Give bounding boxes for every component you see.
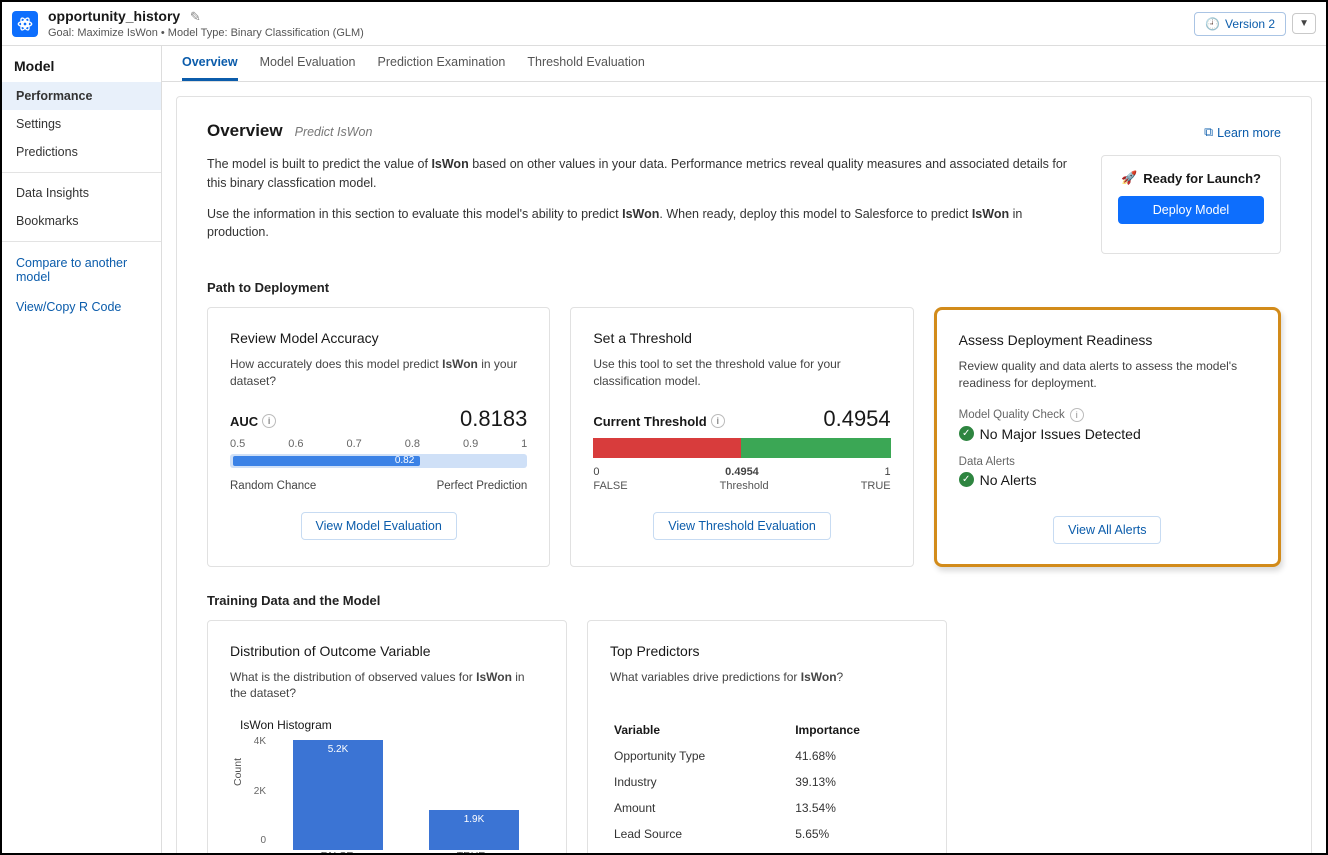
predictors-table: VariableImportance Opportunity Type41.68… <box>610 717 924 847</box>
sidebar-item-predictions[interactable]: Predictions <box>2 138 161 166</box>
accuracy-desc: How accurately does this model predict I… <box>230 356 527 390</box>
threshold-gauge <box>593 438 890 458</box>
threshold-value: 0.4954 <box>823 406 890 432</box>
accuracy-title: Review Model Accuracy <box>230 330 527 346</box>
readiness-desc: Review quality and data alerts to assess… <box>959 358 1256 392</box>
version-button[interactable]: 🕘 Version 2 <box>1194 12 1286 36</box>
histogram-chart: IsWon Histogram Count 4K 2K 0 5.2K 1.9K <box>230 718 544 853</box>
sidebar-item-performance[interactable]: Performance <box>2 82 161 110</box>
table-row: Opportunity Type41.68% <box>610 743 924 769</box>
table-row: Lead Source5.65% <box>610 821 924 847</box>
sidebar-title: Model <box>2 46 161 82</box>
accuracy-card: Review Model Accuracy How accurately doe… <box>207 307 550 567</box>
tab-threshold-evaluation[interactable]: Threshold Evaluation <box>527 46 644 81</box>
auc-value: 0.8183 <box>460 406 527 432</box>
auc-left-label: Random Chance <box>230 480 316 492</box>
tab-prediction-examination[interactable]: Prediction Examination <box>378 46 506 81</box>
launch-box: 🚀 Ready for Launch? Deploy Model <box>1101 155 1281 254</box>
bar-false: 5.2K <box>293 740 383 850</box>
table-row: Industry39.13% <box>610 769 924 795</box>
top-predictors-desc: What variables drive predictions for IsW… <box>610 669 924 701</box>
threshold-label: Current Threshold <box>593 414 706 429</box>
threshold-title: Set a Threshold <box>593 330 890 346</box>
auc-right-label: Perfect Prediction <box>437 480 528 492</box>
model-quality-label: Model Quality Check <box>959 409 1065 421</box>
app-logo-icon <box>12 11 38 37</box>
threshold-desc: Use this tool to set the threshold value… <box>593 356 890 390</box>
distribution-card: Distribution of Outcome Variable What is… <box>207 620 567 853</box>
model-quality-status: No Major Issues Detected <box>980 426 1141 442</box>
clock-icon: 🕘 <box>1205 17 1220 31</box>
auc-label: AUC <box>230 414 258 429</box>
rocket-icon: 🚀 <box>1121 170 1137 186</box>
readiness-title: Assess Deployment Readiness <box>959 332 1256 348</box>
version-dropdown[interactable]: ▼ <box>1292 13 1316 34</box>
training-section-title: Training Data and the Model <box>207 593 1281 608</box>
readiness-card: Assess Deployment Readiness Review quali… <box>934 307 1281 567</box>
check-icon: ✓ <box>959 426 974 441</box>
auc-ticks: 0.50.60.70.80.91 <box>230 438 527 450</box>
info-icon[interactable]: i <box>262 414 276 428</box>
app-header: opportunity_history ✎ Goal: Maximize IsW… <box>2 2 1326 46</box>
tabs: Overview Model Evaluation Prediction Exa… <box>162 46 1326 82</box>
ready-label: Ready for Launch? <box>1143 171 1261 186</box>
sidebar-item-data-insights[interactable]: Data Insights <box>2 179 161 207</box>
top-predictors-title: Top Predictors <box>610 643 924 659</box>
threshold-card: Set a Threshold Use this tool to set the… <box>570 307 913 567</box>
external-link-icon: ⧉ <box>1204 125 1213 140</box>
view-all-alerts-button[interactable]: View All Alerts <box>1053 516 1161 544</box>
view-r-code-link[interactable]: View/Copy R Code <box>2 292 161 322</box>
sidebar-item-bookmarks[interactable]: Bookmarks <box>2 207 161 235</box>
edit-icon[interactable]: ✎ <box>190 9 201 24</box>
path-section-title: Path to Deployment <box>207 280 1281 295</box>
tab-model-evaluation[interactable]: Model Evaluation <box>260 46 356 81</box>
table-row: Amount13.54% <box>610 795 924 821</box>
view-threshold-evaluation-button[interactable]: View Threshold Evaluation <box>653 512 831 540</box>
tab-overview[interactable]: Overview <box>182 46 238 81</box>
page-subtitle: Goal: Maximize IsWon • Model Type: Binar… <box>48 27 1194 39</box>
overview-heading: Overview <box>207 121 283 141</box>
distribution-desc: What is the distribution of observed val… <box>230 669 544 703</box>
data-alerts-label: Data Alerts <box>959 456 1015 468</box>
deploy-model-button[interactable]: Deploy Model <box>1118 196 1264 224</box>
top-predictors-card: Top Predictors What variables drive pred… <box>587 620 947 853</box>
content-panel: Overview Predict IsWon ⧉ Learn more The … <box>176 96 1312 853</box>
sidebar-item-settings[interactable]: Settings <box>2 110 161 138</box>
auc-fill: 0.82 <box>233 456 420 466</box>
sidebar: Model Performance Settings Predictions D… <box>2 46 162 853</box>
learn-more-link[interactable]: ⧉ Learn more <box>1204 125 1281 140</box>
auc-gauge: 0.82 <box>230 454 527 468</box>
compare-link[interactable]: Compare to another model <box>2 248 161 292</box>
overview-p2: Use the information in this section to e… <box>207 205 1077 243</box>
predict-label: Predict IsWon <box>295 125 373 139</box>
view-model-evaluation-button[interactable]: View Model Evaluation <box>301 512 457 540</box>
page-title: opportunity_history <box>48 8 180 24</box>
info-icon[interactable]: i <box>711 414 725 428</box>
overview-p1: The model is built to predict the value … <box>207 155 1077 193</box>
check-icon: ✓ <box>959 472 974 487</box>
info-icon[interactable]: i <box>1070 408 1084 422</box>
data-alerts-status: No Alerts <box>980 472 1037 488</box>
bar-true: 1.9K <box>429 810 519 851</box>
distribution-title: Distribution of Outcome Variable <box>230 643 544 659</box>
